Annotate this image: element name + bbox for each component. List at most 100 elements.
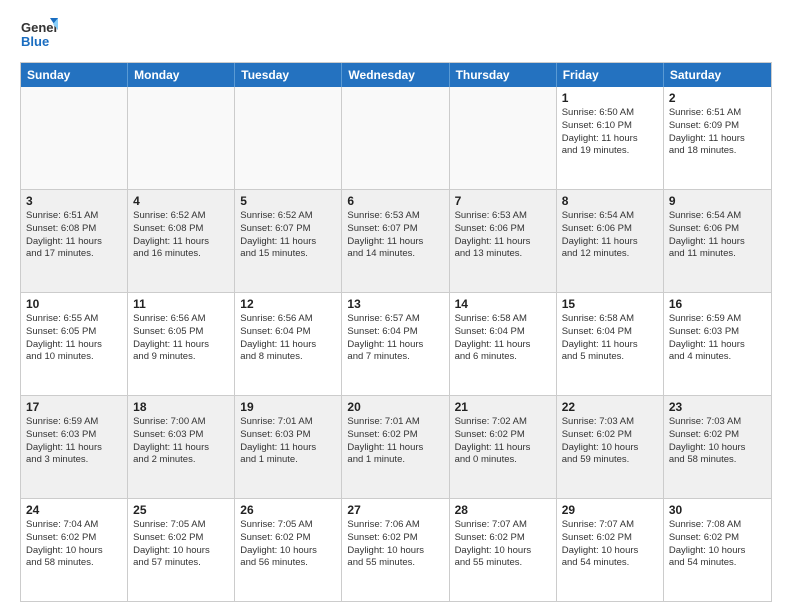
day-number: 3 [26,194,122,208]
header: General Blue [20,16,772,54]
cal-header-wednesday: Wednesday [342,63,449,87]
cell-info: Sunrise: 6:56 AMSunset: 6:04 PMDaylight:… [240,313,336,364]
calendar-body: 1 Sunrise: 6:50 AMSunset: 6:10 PMDaylight… [21,87,771,601]
cell-info: Sunrise: 7:03 AMSunset: 6:02 PMDaylight:… [562,416,658,467]
cal-cell: 16Sunrise: 6:59 AMSunset: 6:03 PMDayligh… [664,293,771,395]
cal-week-4: 17 Sunrise: 6:59 AMSunset: 6:03 PMDayligh… [21,395,771,498]
day-number: 11 [133,297,229,311]
cell-info: Sunrise: 6:54 AMSunset: 6:06 PMDaylight:… [669,210,766,261]
cal-cell: 22 Sunrise: 7:03 AMSunset: 6:02 PMDayligh… [557,396,664,498]
cell-info: Sunrise: 6:52 AMSunset: 6:07 PMDaylight:… [240,210,336,261]
day-number: 12 [240,297,336,311]
cal-cell: 29 Sunrise: 7:07 AMSunset: 6:02 PMDayligh… [557,499,664,601]
day-number: 10 [26,297,122,311]
cal-cell: 19Sunrise: 7:01 AMSunset: 6:03 PMDayligh… [235,396,342,498]
day-number: 6 [347,194,443,208]
day-number: 7 [455,194,551,208]
day-number: 15 [562,297,658,311]
day-number: 9 [669,194,766,208]
cell-info: Sunrise: 7:01 AMSunset: 6:02 PMDaylight:… [347,416,443,467]
cal-cell: 12 Sunrise: 6:56 AMSunset: 6:04 PMDayligh… [235,293,342,395]
cal-week-1: 1 Sunrise: 6:50 AMSunset: 6:10 PMDaylight… [21,87,771,189]
cell-info: Sunrise: 6:59 AMSunset: 6:03 PMDaylight:… [669,313,766,364]
cell-info: Sunrise: 7:07 AMSunset: 6:02 PMDaylight:… [455,519,551,570]
cell-info: Sunrise: 7:00 AMSunset: 6:03 PMDaylight:… [133,416,229,467]
page: General Blue SundayMondayTuesdayWednesda… [0,0,792,612]
day-number: 20 [347,400,443,414]
cal-cell: 9 Sunrise: 6:54 AMSunset: 6:06 PMDaylight… [664,190,771,292]
cal-week-5: 24Sunrise: 7:04 AMSunset: 6:02 PMDayligh… [21,498,771,601]
calendar: SundayMondayTuesdayWednesdayThursdayFrid… [20,62,772,602]
cell-info: Sunrise: 6:56 AMSunset: 6:05 PMDaylight:… [133,313,229,364]
cell-info: Sunrise: 6:53 AMSunset: 6:07 PMDaylight:… [347,210,443,261]
cal-cell: 15 Sunrise: 6:58 AMSunset: 6:04 PMDayligh… [557,293,664,395]
day-number: 23 [669,400,766,414]
day-number: 24 [26,503,122,517]
cell-info: Sunrise: 6:51 AMSunset: 6:08 PMDaylight:… [26,210,122,261]
cal-cell: 2Sunrise: 6:51 AMSunset: 6:09 PMDaylight… [664,87,771,189]
cal-cell: 13 Sunrise: 6:57 AMSunset: 6:04 PMDayligh… [342,293,449,395]
cell-info: Sunrise: 7:02 AMSunset: 6:02 PMDaylight:… [455,416,551,467]
svg-text:General: General [21,20,58,35]
cal-cell: 17 Sunrise: 6:59 AMSunset: 6:03 PMDayligh… [21,396,128,498]
cal-cell: 8 Sunrise: 6:54 AMSunset: 6:06 PMDaylight… [557,190,664,292]
cal-cell: 4 Sunrise: 6:52 AMSunset: 6:08 PMDaylight… [128,190,235,292]
day-number: 29 [562,503,658,517]
cal-week-2: 3 Sunrise: 6:51 AMSunset: 6:08 PMDaylight… [21,189,771,292]
day-number: 5 [240,194,336,208]
cell-info: Sunrise: 7:08 AMSunset: 6:02 PMDaylight:… [669,519,766,570]
logo: General Blue [20,16,58,54]
calendar-header: SundayMondayTuesdayWednesdayThursdayFrid… [21,63,771,87]
cell-info: Sunrise: 6:58 AMSunset: 6:04 PMDaylight:… [455,313,551,364]
day-number: 27 [347,503,443,517]
cal-cell [235,87,342,189]
cal-cell: 23 Sunrise: 7:03 AMSunset: 6:02 PMDayligh… [664,396,771,498]
day-number: 17 [26,400,122,414]
cell-info: Sunrise: 7:03 AMSunset: 6:02 PMDaylight:… [669,416,766,467]
day-number: 1 [562,91,658,105]
cal-cell: 14Sunrise: 6:58 AMSunset: 6:04 PMDayligh… [450,293,557,395]
cal-cell: 6 Sunrise: 6:53 AMSunset: 6:07 PMDaylight… [342,190,449,292]
cal-cell [450,87,557,189]
day-number: 22 [562,400,658,414]
day-number: 21 [455,400,551,414]
cal-header-monday: Monday [128,63,235,87]
cell-info: Sunrise: 6:57 AMSunset: 6:04 PMDaylight:… [347,313,443,364]
cell-info: Sunrise: 6:54 AMSunset: 6:06 PMDaylight:… [562,210,658,261]
cal-cell: 28 Sunrise: 7:07 AMSunset: 6:02 PMDayligh… [450,499,557,601]
day-number: 28 [455,503,551,517]
cell-info: Sunrise: 6:51 AMSunset: 6:09 PMDaylight:… [669,107,766,158]
cal-week-3: 10 Sunrise: 6:55 AMSunset: 6:05 PMDayligh… [21,292,771,395]
cal-cell: 11 Sunrise: 6:56 AMSunset: 6:05 PMDayligh… [128,293,235,395]
day-number: 13 [347,297,443,311]
cell-info: Sunrise: 6:59 AMSunset: 6:03 PMDaylight:… [26,416,122,467]
cal-cell: 7 Sunrise: 6:53 AMSunset: 6:06 PMDaylight… [450,190,557,292]
cell-info: Sunrise: 7:07 AMSunset: 6:02 PMDaylight:… [562,519,658,570]
cell-info: Sunrise: 6:55 AMSunset: 6:05 PMDaylight:… [26,313,122,364]
cal-cell [21,87,128,189]
cal-cell: 26 Sunrise: 7:05 AMSunset: 6:02 PMDayligh… [235,499,342,601]
cell-info: Sunrise: 6:58 AMSunset: 6:04 PMDaylight:… [562,313,658,364]
cal-cell: 5 Sunrise: 6:52 AMSunset: 6:07 PMDaylight… [235,190,342,292]
cal-cell: 25 Sunrise: 7:05 AMSunset: 6:02 PMDayligh… [128,499,235,601]
svg-text:Blue: Blue [21,34,49,49]
day-number: 26 [240,503,336,517]
cell-info: Sunrise: 6:50 AMSunset: 6:10 PMDaylight:… [562,107,658,158]
cell-info: Sunrise: 6:53 AMSunset: 6:06 PMDaylight:… [455,210,551,261]
cal-header-thursday: Thursday [450,63,557,87]
cal-cell: 1 Sunrise: 6:50 AMSunset: 6:10 PMDaylight… [557,87,664,189]
day-number: 19 [240,400,336,414]
cal-cell: 20 Sunrise: 7:01 AMSunset: 6:02 PMDayligh… [342,396,449,498]
cal-cell [342,87,449,189]
day-number: 8 [562,194,658,208]
day-number: 25 [133,503,229,517]
logo-svg: General Blue [20,16,58,54]
cell-info: Sunrise: 6:52 AMSunset: 6:08 PMDaylight:… [133,210,229,261]
cell-info: Sunrise: 7:06 AMSunset: 6:02 PMDaylight:… [347,519,443,570]
cal-cell: 10 Sunrise: 6:55 AMSunset: 6:05 PMDayligh… [21,293,128,395]
cell-info: Sunrise: 7:05 AMSunset: 6:02 PMDaylight:… [240,519,336,570]
day-number: 4 [133,194,229,208]
day-number: 18 [133,400,229,414]
cell-info: Sunrise: 7:05 AMSunset: 6:02 PMDaylight:… [133,519,229,570]
cal-header-tuesday: Tuesday [235,63,342,87]
